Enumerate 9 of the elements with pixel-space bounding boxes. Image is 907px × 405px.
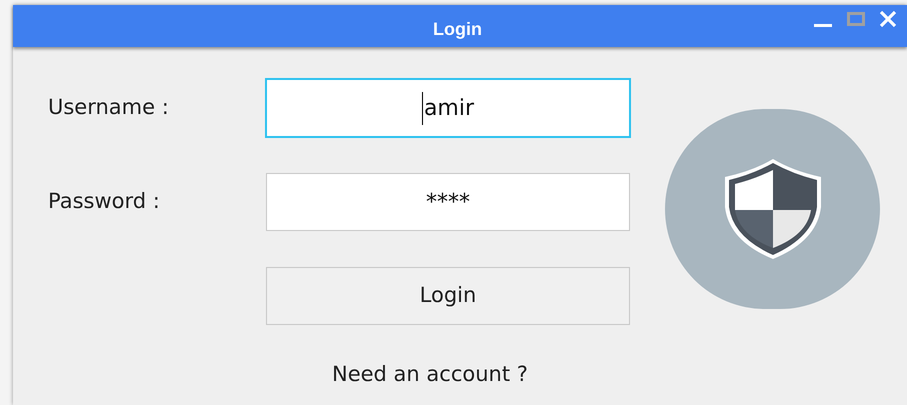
- window-title: Login: [433, 18, 482, 41]
- field-label: Username :: [48, 94, 170, 122]
- field-label: Password :: [48, 188, 161, 216]
- shield-icon: [722, 157, 822, 261]
- username-field[interactable]: amir: [265, 78, 631, 138]
- login-button[interactable]: Login: [266, 267, 630, 325]
- need-account-link[interactable]: Need an account ?: [332, 359, 528, 390]
- close-icon[interactable]: [879, 10, 897, 28]
- password-field[interactable]: ****: [266, 173, 630, 231]
